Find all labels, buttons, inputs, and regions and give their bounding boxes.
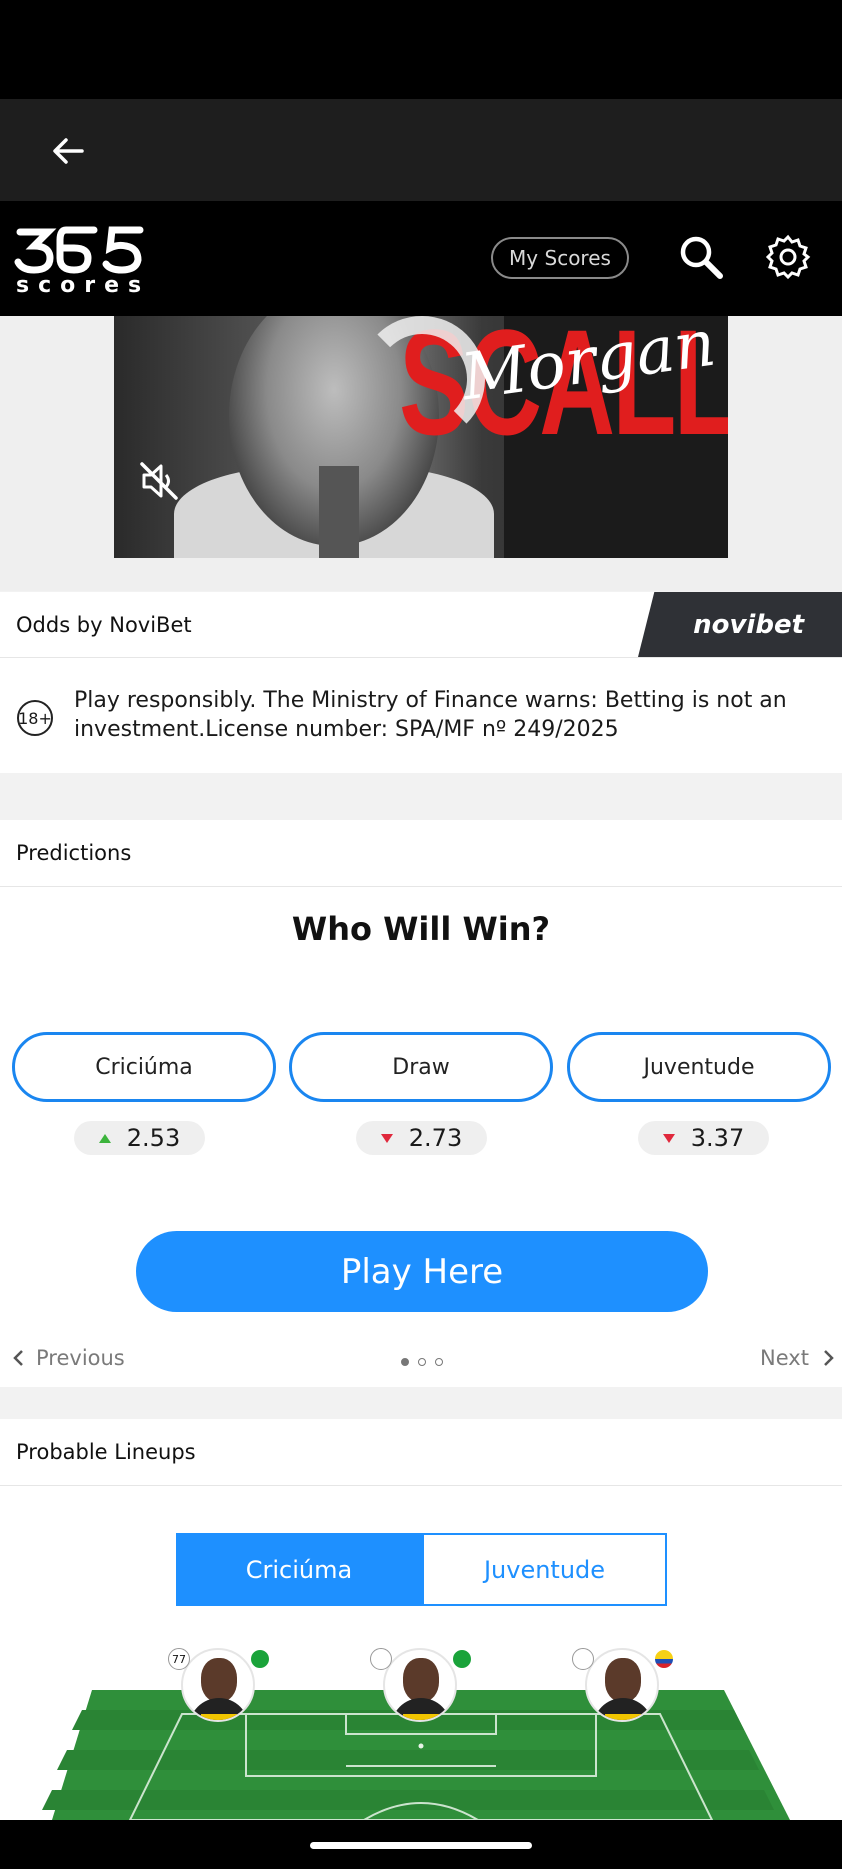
play-here-button[interactable]: Play Here <box>136 1231 708 1312</box>
search-button[interactable] <box>678 234 724 280</box>
player-avatar[interactable] <box>383 1648 457 1722</box>
lineups-section-header: Probable Lineups <box>0 1419 842 1486</box>
novibet-logo[interactable]: novibet <box>638 592 842 657</box>
pick-home-button[interactable]: Criciúma <box>12 1032 276 1102</box>
player-photo <box>201 1658 237 1702</box>
chevron-right-icon <box>824 1350 834 1366</box>
page-dot-active[interactable] <box>401 1358 409 1366</box>
predictions-section-header: Predictions <box>0 820 842 887</box>
pick-draw-label: Draw <box>392 1054 450 1080</box>
back-button[interactable] <box>44 126 94 176</box>
odd-value-home: 2.53 <box>126 1124 181 1152</box>
age-restriction-badge: 18+ <box>17 700 53 736</box>
arrow-left-icon <box>53 138 84 164</box>
player-number-badge <box>572 1648 594 1670</box>
status-bar <box>0 0 842 99</box>
video-player[interactable]: SCALLEY Morgan <box>114 316 728 558</box>
odd-chip-draw: 2.73 <box>356 1121 487 1155</box>
speaker-muted-icon <box>140 462 178 500</box>
page-dot[interactable] <box>418 1358 426 1366</box>
trend-down-icon <box>380 1133 393 1143</box>
player-number-badge: 77 <box>168 1648 190 1670</box>
player-photo <box>605 1658 641 1702</box>
my-scores-button[interactable]: My Scores <box>491 237 629 279</box>
trend-up-icon <box>98 1133 111 1143</box>
odd-chip-home: 2.53 <box>74 1121 205 1155</box>
pick-away-button[interactable]: Juventude <box>567 1032 831 1102</box>
tab-home-team[interactable]: Criciúma <box>176 1533 422 1606</box>
player-avatar[interactable] <box>585 1648 659 1722</box>
chevron-left-icon <box>13 1350 23 1366</box>
player-number-badge <box>370 1648 392 1670</box>
lineups-title: Probable Lineups <box>16 1440 196 1464</box>
top-nav-bar <box>0 99 842 201</box>
next-button[interactable]: Next <box>760 1346 835 1370</box>
video-figure-tie <box>319 466 359 558</box>
logo-365-mark <box>14 226 144 274</box>
odd-value-away: 3.37 <box>690 1124 745 1152</box>
page-dot[interactable] <box>435 1358 443 1366</box>
settings-button[interactable] <box>765 234 811 280</box>
previous-button[interactable]: Previous <box>12 1346 125 1370</box>
next-label: Next <box>760 1346 809 1370</box>
odd-value-draw: 2.73 <box>408 1124 463 1152</box>
odd-chip-away: 3.37 <box>638 1121 769 1155</box>
pick-draw-button[interactable]: Draw <box>289 1032 553 1102</box>
gear-icon <box>765 234 811 280</box>
mute-button[interactable] <box>134 456 184 506</box>
colombia-flag-icon <box>653 1648 675 1670</box>
pick-home-label: Criciúma <box>95 1054 193 1080</box>
player-photo <box>403 1658 439 1702</box>
search-icon <box>680 236 723 279</box>
pick-away-label: Juventude <box>643 1054 755 1080</box>
predictions-title: Predictions <box>16 841 132 865</box>
home-indicator[interactable] <box>310 1842 532 1849</box>
player-avatar[interactable] <box>181 1648 255 1722</box>
disclaimer-text: Play responsibly. The Ministry of Financ… <box>74 688 787 742</box>
tab-away-team[interactable]: Juventude <box>422 1533 667 1606</box>
brazil-flag-icon <box>249 1648 271 1670</box>
logo-subtext: scores <box>16 273 151 298</box>
previous-label: Previous <box>36 1346 125 1370</box>
brazil-flag-icon <box>451 1648 473 1670</box>
odds-provider-label: Odds by NoviBet <box>16 612 192 637</box>
trend-down-icon <box>662 1133 675 1143</box>
poll-question: Who Will Win? <box>291 910 551 948</box>
